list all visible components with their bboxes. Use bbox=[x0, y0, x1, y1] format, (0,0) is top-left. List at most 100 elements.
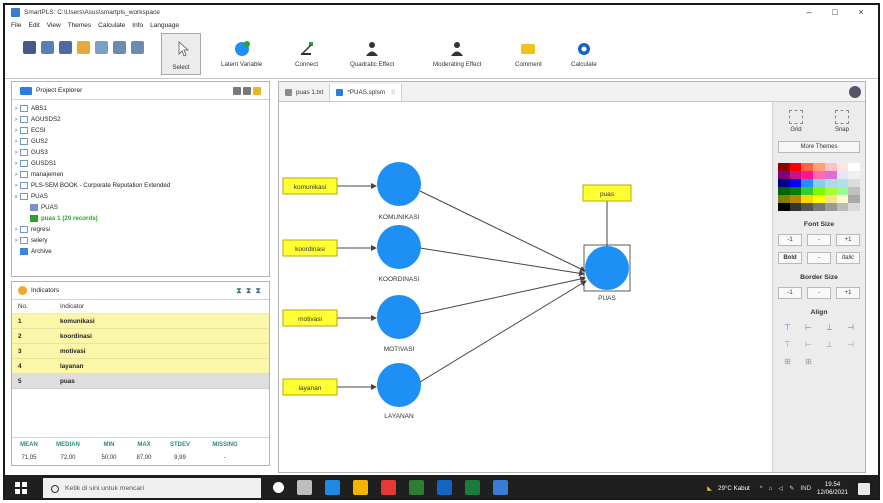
quadratic-effect-button[interactable]: Quadratic Effect bbox=[350, 31, 394, 68]
color-swatch[interactable] bbox=[813, 171, 825, 179]
color-swatch[interactable] bbox=[848, 179, 860, 187]
settings-gear-icon[interactable] bbox=[849, 86, 861, 98]
color-swatch[interactable] bbox=[836, 187, 849, 195]
chevron-right-icon[interactable]: > bbox=[12, 183, 20, 189]
tray-chevron-icon[interactable]: ^ bbox=[760, 485, 763, 492]
table-row[interactable]: 4 layanan bbox=[12, 359, 269, 374]
chevron-right-icon[interactable]: > bbox=[12, 150, 20, 156]
border-decrease-button[interactable]: -1 bbox=[778, 287, 802, 299]
edge-icon[interactable] bbox=[325, 480, 340, 495]
color-swatch[interactable] bbox=[836, 195, 849, 203]
color-swatch[interactable] bbox=[824, 187, 837, 195]
taskbar-search-input[interactable]: Ketik di sini untuk mencari bbox=[43, 478, 261, 498]
model-canvas[interactable]: komunikasi koordinasi motivasi layanan p… bbox=[279, 102, 772, 472]
chevron-right-icon[interactable]: > bbox=[12, 128, 20, 134]
center-vertical-icon[interactable]: ⊞ bbox=[783, 357, 793, 367]
chevron-right-icon[interactable]: > bbox=[12, 117, 20, 123]
language-indicator[interactable]: IND bbox=[800, 485, 811, 492]
color-swatch[interactable] bbox=[778, 171, 790, 179]
color-swatch[interactable] bbox=[789, 171, 802, 179]
italic-button[interactable]: Italic bbox=[836, 252, 860, 264]
task-view-icon[interactable] bbox=[297, 480, 312, 495]
color-swatch[interactable] bbox=[848, 171, 860, 179]
color-swatch[interactable] bbox=[778, 195, 790, 203]
tree-item-pls-sem-book[interactable]: > PLS-SEM BOOK - Corporate Reputation Ext… bbox=[12, 180, 269, 191]
connect-button[interactable]: Connect bbox=[295, 31, 318, 68]
border-increase-button[interactable]: +1 bbox=[836, 287, 860, 299]
table-row[interactable]: 1 komunikasi bbox=[12, 314, 269, 329]
color-swatch[interactable] bbox=[836, 163, 849, 171]
distribute-top-icon[interactable]: ⊤ bbox=[783, 340, 793, 350]
windows-start-icon[interactable] bbox=[15, 482, 27, 494]
color-swatch[interactable] bbox=[824, 163, 837, 171]
color-swatch[interactable] bbox=[778, 163, 790, 171]
construct-layanan[interactable] bbox=[377, 363, 421, 407]
column-indicator[interactable]: Indicator bbox=[60, 303, 269, 310]
expand-icon[interactable] bbox=[243, 87, 251, 95]
color-swatch[interactable] bbox=[813, 195, 825, 203]
distribute-right-icon[interactable]: ⊣ bbox=[846, 340, 856, 350]
chevron-down-icon[interactable]: v bbox=[12, 194, 20, 200]
menu-themes[interactable]: Themes bbox=[68, 22, 91, 29]
tree-item-agusds2[interactable]: > AGUSDS2 bbox=[12, 114, 269, 125]
latent-variable-button[interactable]: Latent Variable bbox=[221, 31, 262, 68]
close-tab-icon[interactable]: ⁝⁝ bbox=[391, 89, 395, 96]
color-swatch[interactable] bbox=[801, 171, 814, 179]
tree-item-puas-project[interactable]: v PUAS bbox=[12, 191, 269, 202]
redo-icon[interactable] bbox=[95, 41, 108, 54]
color-swatch[interactable] bbox=[848, 195, 860, 203]
notification-icon[interactable] bbox=[858, 482, 870, 495]
color-swatch[interactable] bbox=[813, 163, 825, 171]
construct-komunikasi[interactable] bbox=[377, 162, 421, 206]
new-project-icon[interactable] bbox=[41, 41, 54, 54]
app-icon[interactable] bbox=[409, 480, 424, 495]
color-swatch[interactable] bbox=[824, 171, 837, 179]
collapse-icon[interactable] bbox=[233, 87, 241, 95]
table-row[interactable]: 2 koordinasi bbox=[12, 329, 269, 344]
color-swatch[interactable] bbox=[801, 187, 814, 195]
comment-button[interactable]: Comment bbox=[515, 31, 542, 68]
tree-item-gusds1[interactable]: > GUSDS1 bbox=[12, 158, 269, 169]
font-size-reset-button[interactable]: - bbox=[807, 234, 831, 246]
color-swatch[interactable] bbox=[801, 203, 814, 211]
tree-item-gus2[interactable]: > GUS2 bbox=[12, 136, 269, 147]
color-swatch[interactable] bbox=[836, 179, 849, 187]
more-themes-button[interactable]: More Themes bbox=[778, 141, 860, 153]
font-size-increase-button[interactable]: +1 bbox=[836, 234, 860, 246]
filter-icon[interactable]: ⧗ bbox=[246, 287, 252, 295]
color-swatch[interactable] bbox=[848, 187, 860, 195]
chevron-right-icon[interactable]: > bbox=[12, 161, 20, 167]
construct-puas[interactable] bbox=[585, 246, 629, 290]
font-style-reset-button[interactable]: - bbox=[807, 252, 831, 264]
color-swatch[interactable] bbox=[813, 179, 825, 187]
smartpls-taskbar-icon[interactable] bbox=[493, 480, 508, 495]
filter-icon[interactable]: ⧗ bbox=[255, 287, 261, 295]
save-icon[interactable] bbox=[23, 41, 36, 54]
distribute-left-icon[interactable]: ⊢ bbox=[804, 340, 814, 350]
chevron-right-icon[interactable]: > bbox=[12, 106, 20, 112]
undo-icon[interactable] bbox=[77, 41, 90, 54]
filter-icon[interactable]: ⧗ bbox=[236, 287, 242, 295]
chevron-right-icon[interactable]: > bbox=[12, 172, 20, 178]
calculate-button[interactable]: Calculate bbox=[571, 31, 597, 68]
color-swatch[interactable] bbox=[778, 187, 790, 195]
pen-icon[interactable]: ✎ bbox=[789, 485, 794, 492]
tree-item-gus3[interactable]: > GUS3 bbox=[12, 147, 269, 158]
align-right-icon[interactable]: ⊣ bbox=[846, 323, 856, 333]
star-icon[interactable] bbox=[253, 87, 261, 95]
path-motivasi-puas[interactable] bbox=[419, 276, 586, 315]
color-swatch[interactable] bbox=[801, 179, 814, 187]
tree-item-puas-model[interactable]: PUAS bbox=[12, 202, 269, 213]
menu-file[interactable]: File bbox=[11, 22, 21, 29]
color-swatch[interactable] bbox=[848, 163, 860, 171]
color-swatch[interactable] bbox=[789, 179, 802, 187]
file-explorer-icon[interactable] bbox=[353, 480, 368, 495]
word-icon[interactable] bbox=[437, 480, 452, 495]
color-swatch[interactable] bbox=[813, 187, 825, 195]
moderating-effect-button[interactable]: Moderating Effect bbox=[433, 31, 481, 68]
column-no[interactable]: No. bbox=[12, 303, 60, 310]
clock[interactable]: 19.54 12/06/2021 bbox=[817, 481, 848, 497]
color-swatch[interactable] bbox=[789, 203, 802, 211]
align-top-icon[interactable]: ⊤ bbox=[783, 323, 793, 333]
excel-icon[interactable] bbox=[465, 480, 480, 495]
